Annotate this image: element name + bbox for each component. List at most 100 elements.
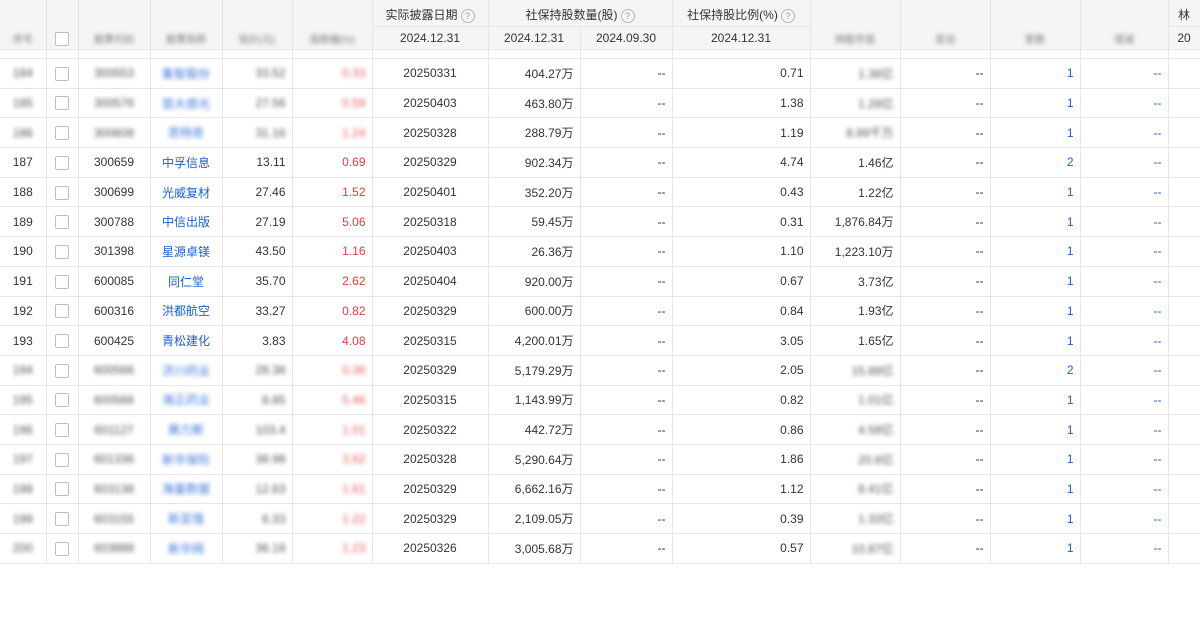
stock-name-link[interactable]: 新亚强 xyxy=(168,512,204,526)
col13-link[interactable]: -- xyxy=(1154,512,1162,526)
holder-count-link[interactable]: 1 xyxy=(1067,185,1074,199)
col-header-change[interactable]: 涨跌幅(%) xyxy=(292,0,373,50)
stock-name-link[interactable]: 中信出版 xyxy=(162,215,210,229)
stock-name-link[interactable]: 星源卓镁 xyxy=(162,245,210,259)
stock-name-link[interactable]: 集智股份 xyxy=(162,67,210,81)
holder-count-link[interactable]: 2 xyxy=(1067,155,1074,169)
holder-count-link[interactable]: 1 xyxy=(1067,215,1074,229)
table-row[interactable]: 197 601336 新华保险 38.98 3.62 20250328 5,29… xyxy=(0,444,1200,475)
row-checkbox[interactable] xyxy=(55,482,69,497)
holder-count-link[interactable]: 1 xyxy=(1067,482,1074,496)
holder-count-link[interactable]: 1 xyxy=(1067,274,1074,288)
holder-count-link[interactable]: 1 xyxy=(1067,126,1074,140)
stock-name-link[interactable]: 海量数据 xyxy=(162,482,210,496)
col13-link[interactable]: -- xyxy=(1154,393,1162,407)
row-checkbox[interactable] xyxy=(55,244,69,259)
col13-link[interactable]: -- xyxy=(1154,482,1162,496)
col13-link[interactable]: -- xyxy=(1154,244,1162,258)
table-row[interactable]: 185 300576 容大感光 27.56 0.59 20250403 463.… xyxy=(0,88,1200,119)
help-icon[interactable]: ? xyxy=(780,8,795,23)
row-checkbox[interactable] xyxy=(55,512,69,527)
col-header-code[interactable]: 股票代码 xyxy=(78,0,151,50)
row-checkbox[interactable] xyxy=(55,541,69,556)
table-row[interactable]: 199 603155 新亚强 6.33 1.22 20250329 2,109.… xyxy=(0,503,1200,534)
table-row[interactable]: 200 603888 新华网 36.18 1.23 20250326 3,005… xyxy=(0,533,1200,564)
stock-name-link[interactable]: 青松建化 xyxy=(162,334,210,348)
holder-count-link[interactable]: 1 xyxy=(1067,423,1074,437)
row-checkbox[interactable] xyxy=(55,185,69,200)
stock-name-link[interactable]: 济川药业 xyxy=(162,364,210,378)
stock-name-link[interactable]: 光威复材 xyxy=(162,186,210,200)
table-row[interactable]: 191 600085 同仁堂 35.70 2.62 20250404 920.0… xyxy=(0,266,1200,297)
col-header-col11[interactable]: 变动 xyxy=(900,0,991,50)
col13-link[interactable]: -- xyxy=(1154,66,1162,80)
row-checkbox[interactable] xyxy=(55,333,69,348)
col-header-holding-qty[interactable]: 社保持股数量(股)? xyxy=(488,0,673,27)
col13-link[interactable]: -- xyxy=(1154,274,1162,288)
col-header-name[interactable]: 股票简称 xyxy=(150,0,223,50)
col13-link[interactable]: -- xyxy=(1154,185,1162,199)
col13-link[interactable]: -- xyxy=(1154,155,1162,169)
holder-count-link[interactable]: 1 xyxy=(1067,66,1074,80)
col13-link[interactable]: -- xyxy=(1154,363,1162,377)
help-icon[interactable]: ? xyxy=(460,8,475,23)
table-row[interactable]: 195 600566 海正药业 8.85 5.46 20250315 1,143… xyxy=(0,385,1200,416)
table-row[interactable]: 198 603138 海量数据 12.63 1.61 20250329 6,66… xyxy=(0,474,1200,505)
col13-link[interactable]: -- xyxy=(1154,96,1162,110)
table-row[interactable]: 196 601127 赛力斯 103.4 1.01 20250322 442.7… xyxy=(0,414,1200,445)
stock-name-link[interactable]: 赛力斯 xyxy=(168,423,204,437)
col-header-index[interactable]: 序号 xyxy=(0,0,47,50)
table-row[interactable]: 187 300659 中孚信息 13.11 0.69 20250329 902.… xyxy=(0,147,1200,178)
stock-name-link[interactable]: 同仁堂 xyxy=(168,275,204,289)
col-header-price[interactable]: 现价(元) xyxy=(222,0,293,50)
col-header-edge[interactable]: 林 xyxy=(1168,0,1200,27)
col13-link[interactable]: -- xyxy=(1154,541,1162,555)
holder-count-link[interactable]: 1 xyxy=(1067,541,1074,555)
row-checkbox[interactable] xyxy=(55,274,69,289)
row-checkbox[interactable] xyxy=(55,66,69,81)
table-row[interactable]: 186 300608 思特奇 31.16 1.24 20250328 288.7… xyxy=(0,117,1200,149)
col13-link[interactable]: -- xyxy=(1154,126,1162,140)
stock-name-link[interactable]: 容大感光 xyxy=(162,97,210,111)
holder-count-link[interactable]: 1 xyxy=(1067,244,1074,258)
col-header-holding-ratio[interactable]: 社保持股比例(%)? xyxy=(672,0,811,27)
stock-name-link[interactable]: 新华保险 xyxy=(162,453,210,467)
row-checkbox[interactable] xyxy=(55,155,69,170)
select-all-checkbox[interactable] xyxy=(55,32,69,46)
col-header-select[interactable] xyxy=(46,0,79,50)
row-checkbox[interactable] xyxy=(55,126,69,141)
stock-name-link[interactable]: 新华网 xyxy=(168,542,204,556)
col-header-market-value[interactable]: 持股市值 xyxy=(810,0,901,50)
table-row[interactable]: 192 600316 洪都航空 33.27 0.82 20250329 600.… xyxy=(0,296,1200,327)
row-checkbox[interactable] xyxy=(55,304,69,319)
row-checkbox[interactable] xyxy=(55,452,69,467)
row-checkbox[interactable] xyxy=(55,215,69,230)
table-row[interactable]: 194 600566 济川药业 28.38 0.36 20250329 5,17… xyxy=(0,355,1200,386)
table-row[interactable]: 193 600425 青松建化 3.83 4.08 20250315 4,200… xyxy=(0,325,1200,356)
stock-name-link[interactable]: 海正药业 xyxy=(162,393,210,407)
holder-count-link[interactable]: 1 xyxy=(1067,393,1074,407)
stock-name-link[interactable]: 思特奇 xyxy=(168,126,204,140)
table-row[interactable]: 189 300788 中信出版 27.19 5.06 20250318 59.4… xyxy=(0,206,1200,238)
holder-count-link[interactable]: 1 xyxy=(1067,452,1074,466)
table-row[interactable]: 184 300553 集智股份 33.52 0.33 20250331 404.… xyxy=(0,58,1200,89)
col13-link[interactable]: -- xyxy=(1154,215,1162,229)
col13-link[interactable]: -- xyxy=(1154,452,1162,466)
row-checkbox[interactable] xyxy=(55,393,69,408)
row-checkbox[interactable] xyxy=(55,423,69,437)
col13-link[interactable]: -- xyxy=(1154,304,1162,318)
row-checkbox[interactable] xyxy=(55,363,69,378)
holder-count-link[interactable]: 2 xyxy=(1067,363,1074,377)
stock-name-link[interactable]: 洪都航空 xyxy=(162,304,210,318)
help-icon[interactable]: ? xyxy=(620,8,635,23)
col-header-col12[interactable]: 家数 xyxy=(990,0,1081,50)
holder-count-link[interactable]: 1 xyxy=(1067,512,1074,526)
col-header-col13[interactable]: 增减 xyxy=(1080,0,1169,50)
col13-link[interactable]: -- xyxy=(1154,334,1162,348)
col13-link[interactable]: -- xyxy=(1154,423,1162,437)
holder-count-link[interactable]: 1 xyxy=(1067,304,1074,318)
stock-name-link[interactable]: 中孚信息 xyxy=(162,156,210,170)
holder-count-link[interactable]: 1 xyxy=(1067,96,1074,110)
row-checkbox[interactable] xyxy=(55,96,69,111)
col-header-disclosure-date[interactable]: 实际披露日期? xyxy=(372,0,489,27)
